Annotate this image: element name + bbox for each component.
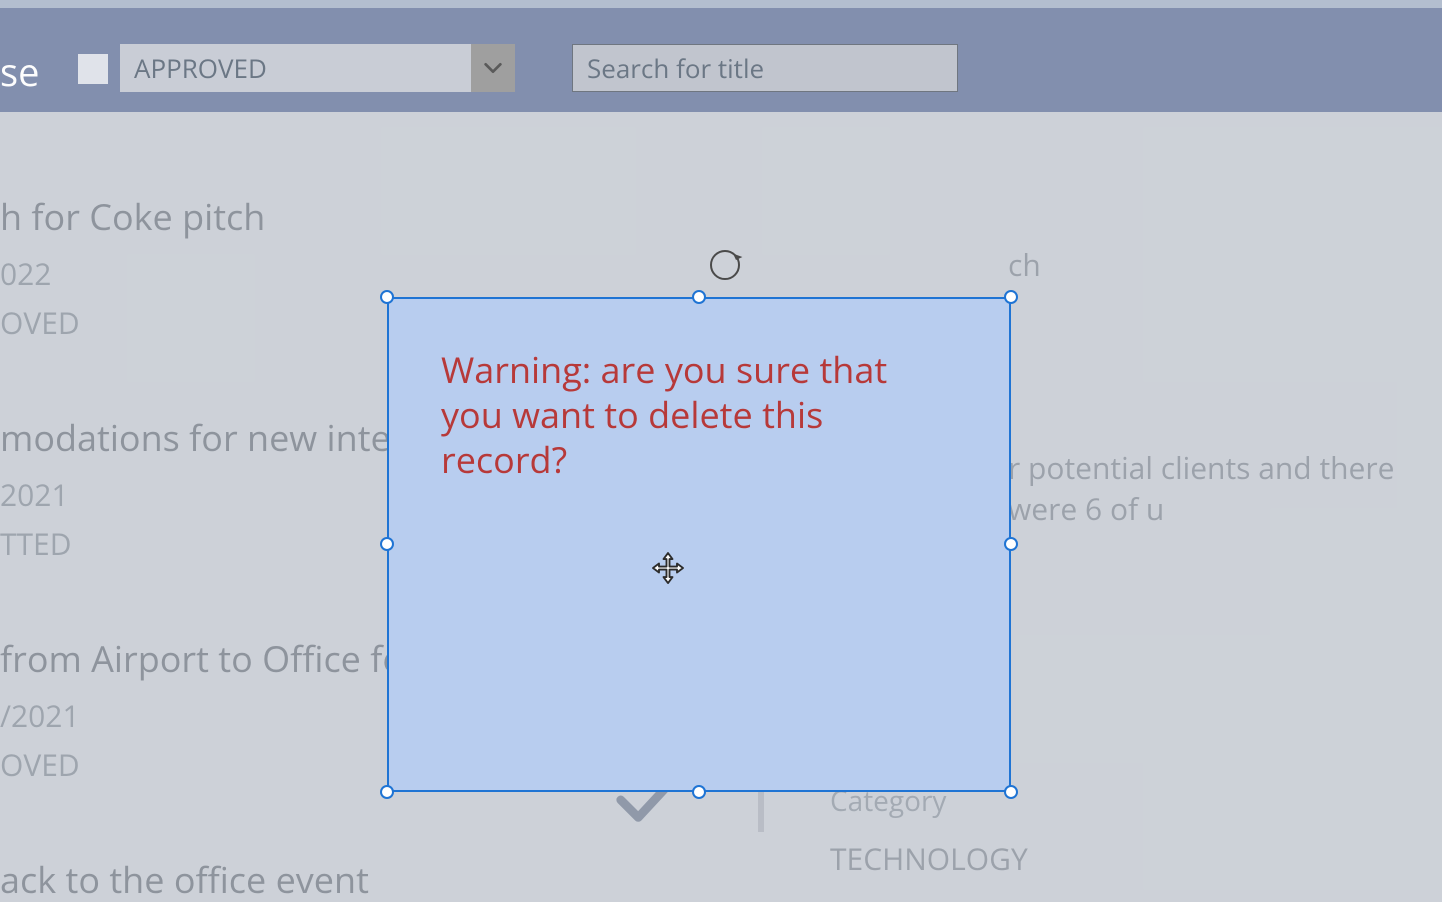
resize-handle-w[interactable]: [380, 537, 394, 551]
resize-handle-se[interactable]: [1004, 785, 1018, 799]
detail-text-fragment: r potential clients and there were 6 of …: [1008, 447, 1442, 529]
warning-modal-box[interactable]: Warning: are you sure that you want to d…: [387, 297, 1011, 792]
list-item[interactable]: ack to the office event: [0, 855, 1442, 902]
detail-text-fragment: ch: [1008, 244, 1041, 285]
resize-handle-ne[interactable]: [1004, 290, 1018, 304]
rotate-handle-icon[interactable]: [710, 250, 740, 280]
resize-handle-nw[interactable]: [380, 290, 394, 304]
content-area: h for Coke pitch 022 OVED modations for …: [0, 112, 1442, 902]
dropdown-selected-label: APPROVED: [120, 50, 471, 86]
item-title: ack to the office event: [0, 855, 1442, 902]
status-label: Status: [830, 897, 1028, 902]
resize-handle-s[interactable]: [692, 785, 706, 799]
resize-handle-n[interactable]: [692, 290, 706, 304]
status-filter-dropdown[interactable]: APPROVED: [120, 44, 515, 92]
header-bar: se APPROVED Search for title: [0, 0, 1442, 112]
search-input[interactable]: Search for title: [572, 44, 958, 92]
item-title: h for Coke pitch: [0, 192, 1442, 241]
move-cursor-icon: [650, 550, 686, 586]
search-placeholder: Search for title: [587, 50, 764, 86]
resize-handle-sw[interactable]: [380, 785, 394, 799]
detail-fields: Category TECHNOLOGY Status APPROVED: [830, 782, 1028, 902]
warning-text: Warning: are you sure that you want to d…: [441, 347, 957, 482]
chevron-down-icon: [471, 44, 515, 92]
resize-handle-e[interactable]: [1004, 537, 1018, 551]
page-title-fragment: se: [0, 46, 39, 98]
category-value: TECHNOLOGY: [830, 838, 1028, 879]
filter-checkbox[interactable]: [78, 54, 108, 84]
